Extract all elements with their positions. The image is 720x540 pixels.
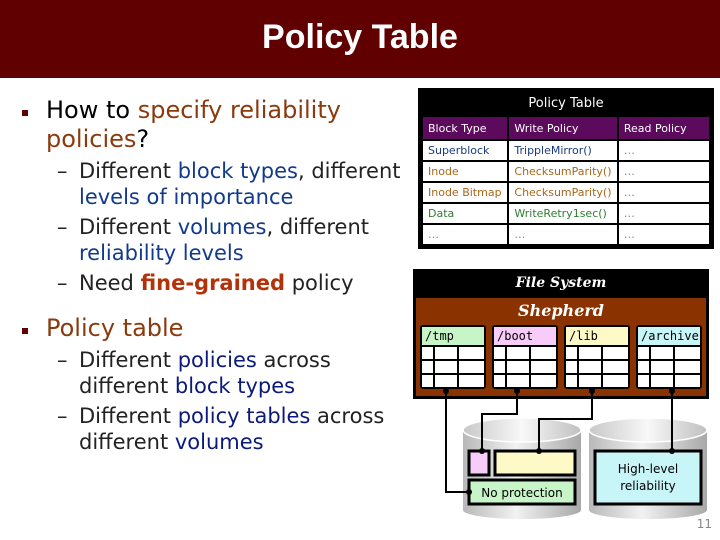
disk-label-high-level-line2: reliability xyxy=(620,479,676,493)
disk-left-top xyxy=(462,417,582,443)
connector-dot xyxy=(466,489,472,495)
connector-dot xyxy=(669,388,675,394)
disk-label-high-level-line1: High-level xyxy=(618,462,678,476)
connector-dot xyxy=(443,388,449,394)
storage-diagram: No protection High-level reliability xyxy=(443,388,708,519)
disk-label-no-protection: No protection xyxy=(481,486,562,500)
connector-dot xyxy=(479,448,485,454)
disk-region-archive xyxy=(593,449,703,506)
disk-right: High-level reliability xyxy=(588,417,708,519)
disk-region-boot xyxy=(467,449,491,477)
disk-right-top xyxy=(588,417,708,443)
connector-dot xyxy=(589,388,595,394)
page-number: 11 xyxy=(696,517,712,531)
connector-dot xyxy=(669,448,675,454)
connector-dot xyxy=(536,448,542,454)
disk-region-lib xyxy=(493,449,577,477)
disk-left: No protection xyxy=(462,417,582,519)
connector-dot xyxy=(514,388,520,394)
